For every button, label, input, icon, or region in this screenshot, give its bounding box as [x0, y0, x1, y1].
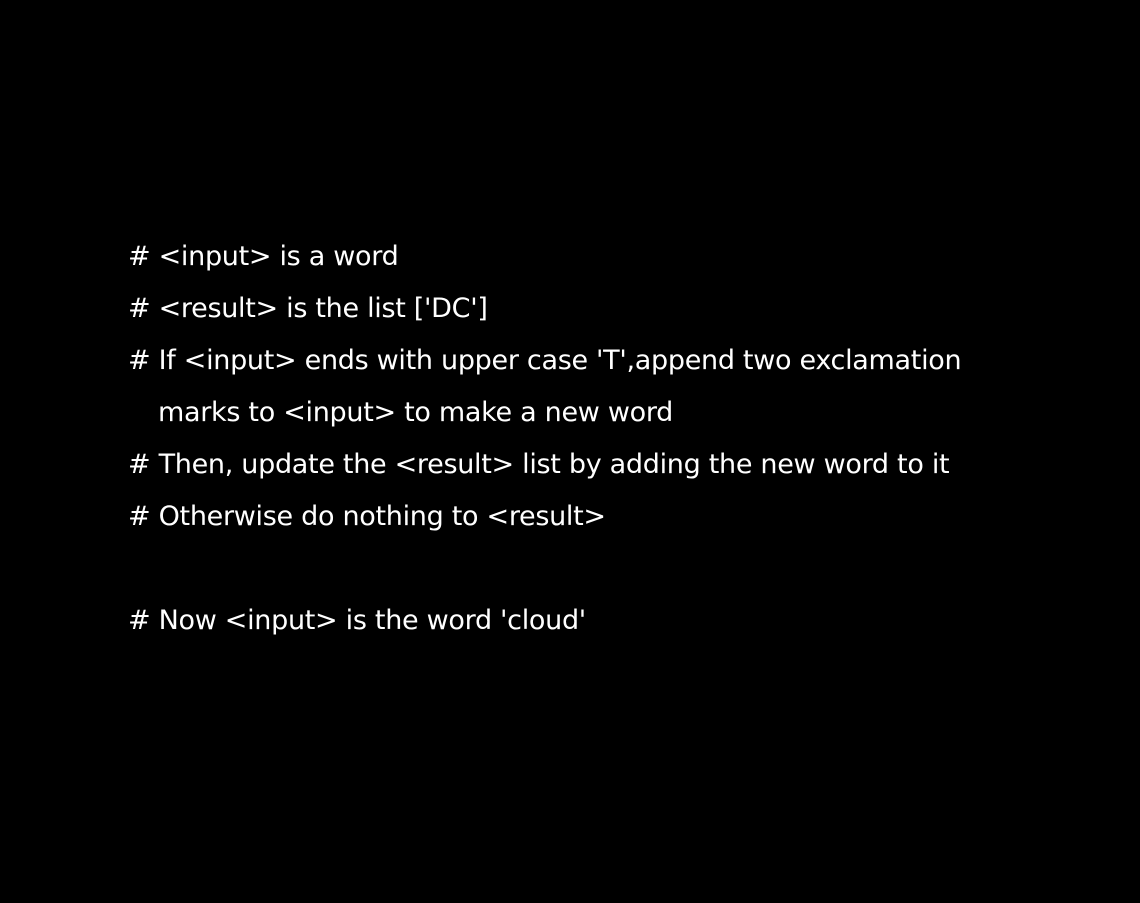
- instruction-text-block: # <input> is a word # <result> is the li…: [128, 236, 1028, 652]
- text-line-otherwise-rule: # Otherwise do nothing to <result>: [128, 501, 606, 532]
- text-line-current-input: # Now <input> is the word 'cloud': [128, 605, 586, 636]
- text-line-result-definition: # <result> is the list ['DC']: [128, 293, 488, 324]
- slide: # <input> is a word # <result> is the li…: [0, 0, 1140, 903]
- text-line-update-rule: # Then, update the <result> list by addi…: [128, 449, 950, 480]
- text-line-input-definition: # <input> is a word: [128, 241, 399, 272]
- text-line-condition: # If <input> ends with upper case 'T',ap…: [128, 345, 962, 376]
- text-line-condition-continued: marks to <input> to make a new word: [158, 397, 673, 428]
